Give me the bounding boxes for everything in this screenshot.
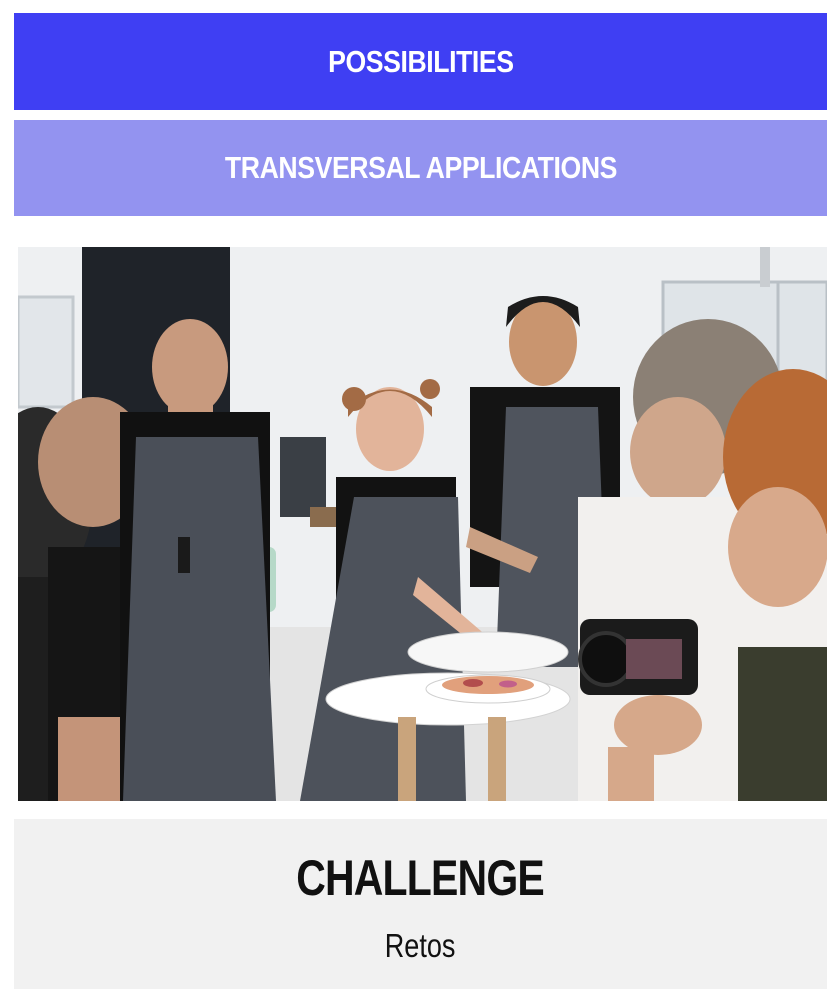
caption-subtitle-text: Retos bbox=[385, 927, 456, 964]
transversal-applications-header[interactable]: TRANSVERSAL APPLICATIONS bbox=[14, 120, 827, 216]
transversal-applications-label: TRANSVERSAL APPLICATIONS bbox=[224, 150, 617, 185]
caption-title-text: CHALLENGE bbox=[296, 850, 546, 906]
caption-title: CHALLENGE bbox=[14, 849, 827, 907]
workshop-photo bbox=[18, 247, 827, 801]
challenge-caption: CHALLENGE Retos bbox=[14, 819, 827, 989]
caption-subtitle: Retos bbox=[14, 927, 827, 965]
possibilities-label: POSSIBILITIES bbox=[327, 43, 514, 79]
possibilities-header[interactable]: POSSIBILITIES bbox=[14, 13, 827, 110]
